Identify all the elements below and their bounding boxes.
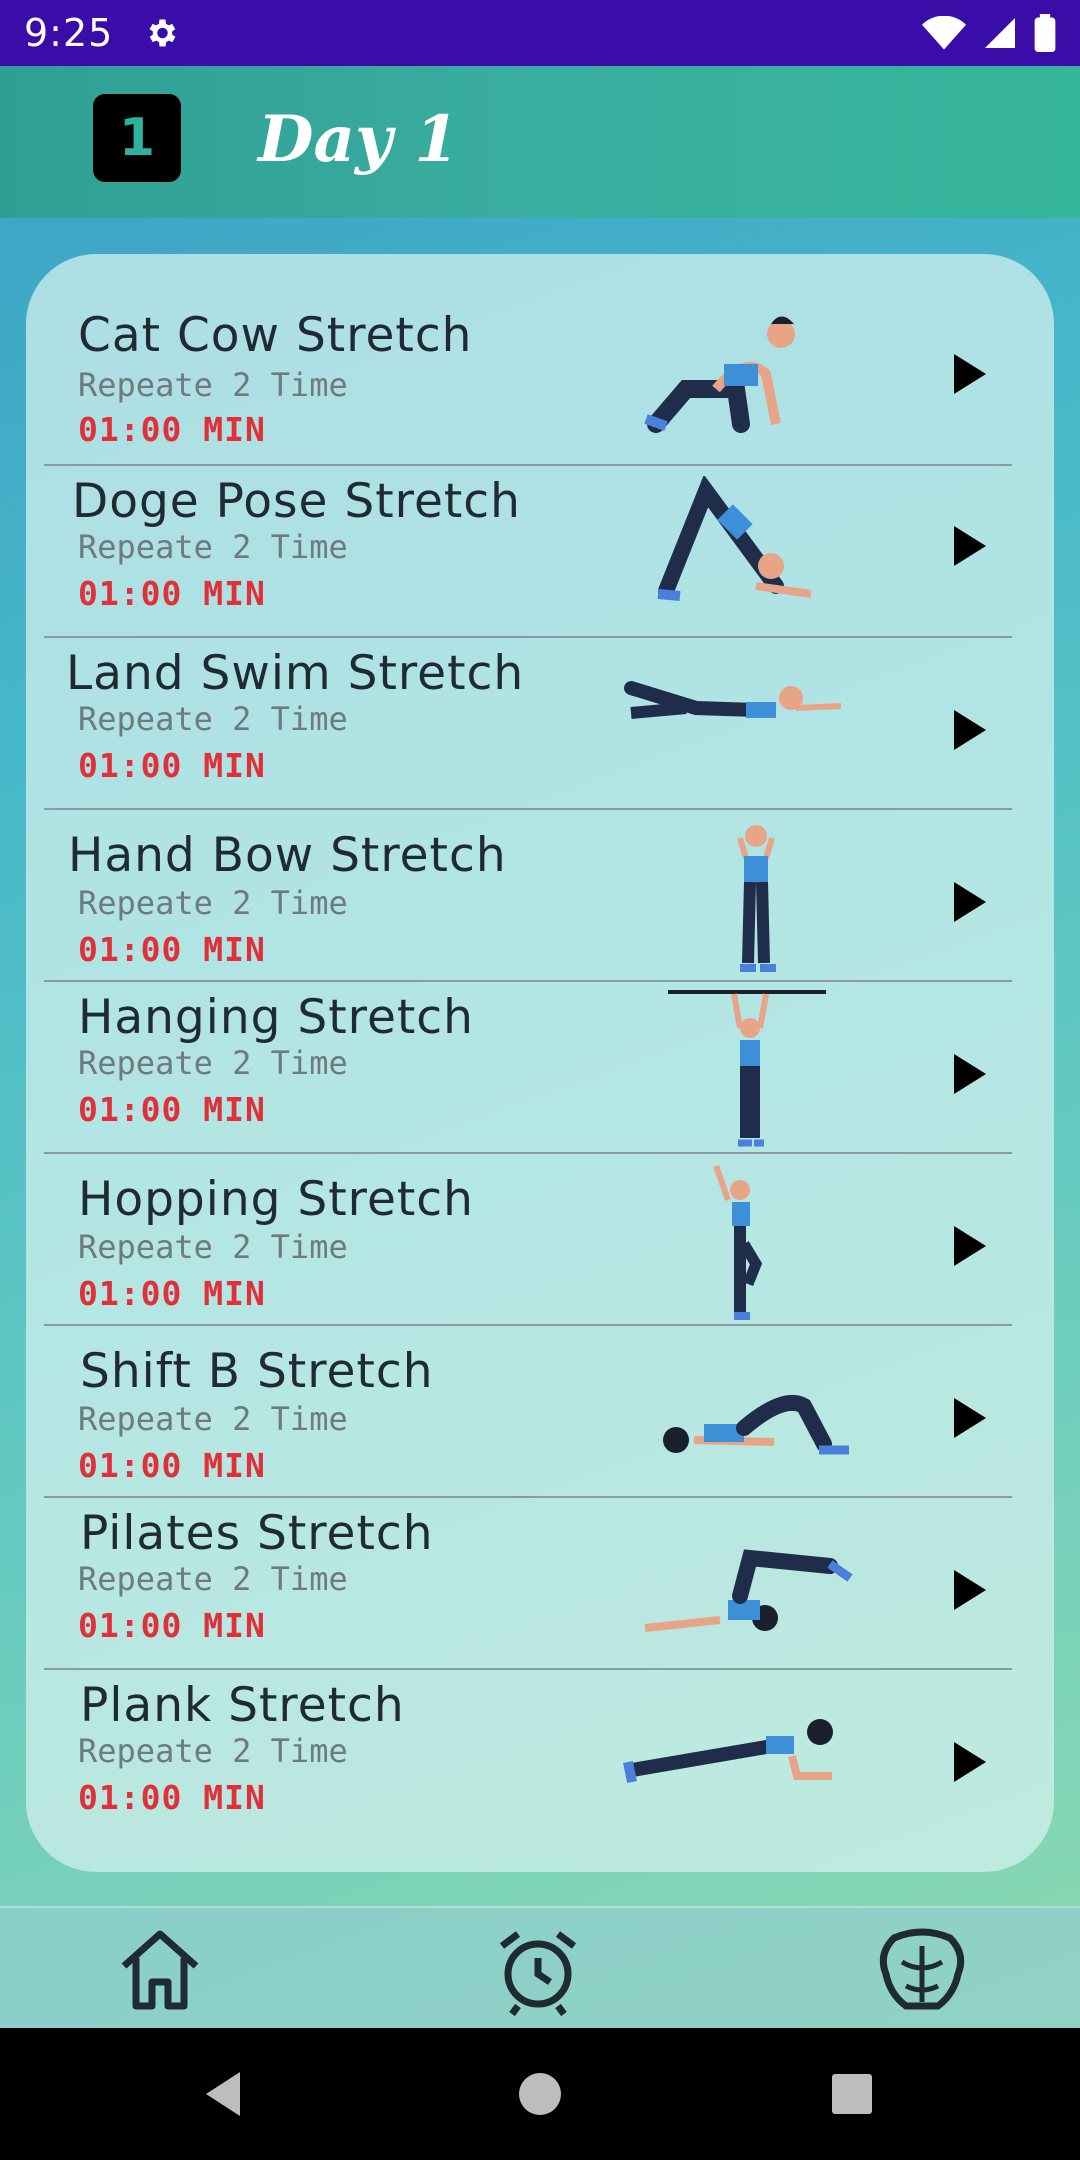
exercise-name: Land Swim Stretch — [66, 646, 525, 701]
exercise-time: 01:00 MIN — [78, 1606, 266, 1645]
bridge-figure-icon — [663, 1394, 849, 1455]
page-title: Day 1 — [258, 102, 459, 177]
exercise-row-doge-pose[interactable]: Doge Pose Stretch Repeate 2 Time 01:00 M… — [26, 466, 1054, 638]
status-time: 9:25 — [24, 11, 114, 55]
play-icon[interactable] — [950, 1052, 990, 1096]
cell-signal-icon — [985, 18, 1015, 48]
status-icons — [922, 14, 1056, 52]
exercise-row-pilates[interactable]: Pilates Stretch Repeate 2 Time 01:00 MIN — [26, 1498, 1054, 1670]
pilates-figure-icon — [644, 1549, 853, 1632]
recents-square-icon[interactable] — [828, 2068, 876, 2120]
hopping-figure-icon — [713, 1165, 763, 1320]
exercise-name: Hopping Stretch — [78, 1172, 474, 1227]
app-header: 1 Day 1 — [0, 66, 1080, 218]
exercise-name: Hanging Stretch — [78, 990, 474, 1045]
exercise-time: 01:00 MIN — [78, 1446, 266, 1485]
plank-figure-icon — [623, 1719, 833, 1783]
exercise-repeat: Repeate 2 Time — [78, 1400, 348, 1438]
exercise-repeat: Repeate 2 Time — [78, 884, 348, 922]
exercise-row-shift-b[interactable]: Shift B Stretch Repeate 2 Time 01:00 MIN — [26, 1326, 1054, 1498]
exercise-time: 01:00 MIN — [78, 1778, 266, 1817]
exercise-row-hopping[interactable]: Hopping Stretch Repeate 2 Time 01:00 MIN — [26, 1154, 1054, 1326]
exercise-time: 01:00 MIN — [78, 1274, 266, 1313]
land-swim-figure-icon — [624, 681, 842, 719]
exercise-time: 01:00 MIN — [78, 410, 266, 449]
exercise-row-cat-cow[interactable]: Cat Cow Stretch Repeate 2 Time 01:00 MIN — [26, 294, 1054, 466]
exercise-row-land-swim[interactable]: Land Swim Stretch Repeate 2 Time 01:00 M… — [26, 638, 1054, 810]
settings-gear-icon — [149, 19, 176, 47]
exercise-time: 01:00 MIN — [78, 574, 266, 613]
play-icon[interactable] — [950, 352, 990, 396]
play-icon[interactable] — [950, 708, 990, 752]
exercise-row-hand-bow[interactable]: Hand Bow Stretch Repeate 2 Time 01:00 MI… — [26, 810, 1054, 982]
play-icon[interactable] — [950, 1568, 990, 1612]
exercise-name: Plank Stretch — [80, 1678, 405, 1733]
exercise-repeat: Repeate 2 Time — [78, 366, 348, 404]
back-icon[interactable] — [200, 2068, 248, 2120]
play-icon[interactable] — [950, 880, 990, 924]
exercise-time: 01:00 MIN — [78, 1090, 266, 1129]
exercise-repeat: Repeate 2 Time — [78, 700, 348, 738]
exercise-time: 01:00 MIN — [78, 930, 266, 969]
standing-stretch-figure-icon — [737, 825, 776, 972]
play-icon[interactable] — [950, 1224, 990, 1268]
alarm-clock-icon[interactable] — [490, 1922, 586, 2018]
home-icon[interactable] — [112, 1922, 208, 2018]
play-icon[interactable] — [950, 1740, 990, 1784]
battery-icon — [1034, 14, 1056, 52]
muscle-body-icon[interactable] — [874, 1922, 970, 2018]
cat-cow-figure-icon — [644, 316, 795, 433]
exercise-repeat: Repeate 2 Time — [78, 1560, 348, 1598]
exercise-time: 01:00 MIN — [78, 746, 266, 785]
exercise-row-hanging[interactable]: Hanging Stretch Repeate 2 Time 01:00 MIN — [26, 982, 1054, 1154]
exercise-row-plank[interactable]: Plank Stretch Repeate 2 Time 01:00 MIN — [26, 1670, 1054, 1842]
play-icon[interactable] — [950, 1396, 990, 1440]
exercise-repeat: Repeate 2 Time — [78, 1228, 348, 1266]
exercise-list-card: Cat Cow Stretch Repeate 2 Time 01:00 MIN… — [26, 254, 1054, 1872]
status-bar: 9:25 — [0, 0, 1080, 66]
downward-dog-figure-icon — [657, 476, 812, 601]
exercise-name: Shift B Stretch — [80, 1344, 434, 1399]
day-badge: 1 — [93, 94, 181, 182]
wifi-icon — [922, 16, 966, 50]
bottom-nav — [0, 1906, 1080, 2028]
exercise-name: Cat Cow Stretch — [78, 308, 473, 363]
exercise-name: Hand Bow Stretch — [68, 828, 507, 883]
exercise-name: Pilates Stretch — [80, 1506, 434, 1561]
home-circle-icon[interactable] — [516, 2068, 564, 2120]
exercise-repeat: Repeate 2 Time — [78, 1044, 348, 1082]
exercise-repeat: Repeate 2 Time — [78, 528, 348, 566]
exercise-repeat: Repeate 2 Time — [78, 1732, 348, 1770]
hanging-figure-icon — [668, 990, 826, 1147]
exercise-name: Doge Pose Stretch — [72, 474, 521, 529]
system-nav-bar — [0, 2028, 1080, 2160]
play-icon[interactable] — [950, 524, 990, 568]
